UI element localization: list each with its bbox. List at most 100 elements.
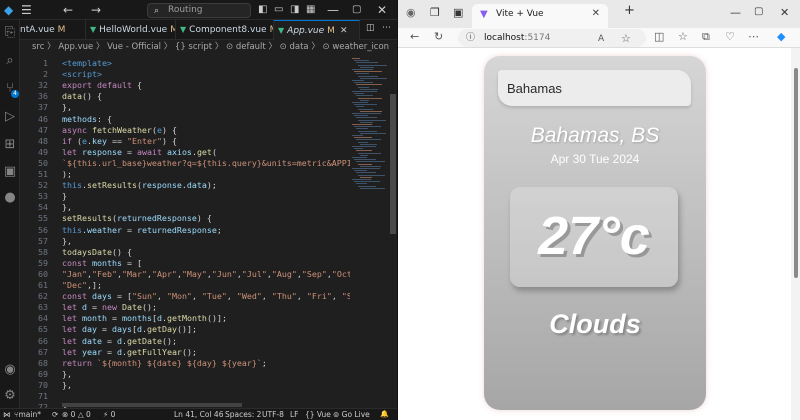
minimap-line [360, 77, 387, 79]
back-icon[interactable]: ← [410, 30, 419, 43]
cursor-position[interactable]: Ln 41, Col 46 [174, 409, 223, 420]
scroll-thumb[interactable] [390, 94, 396, 234]
command-center-search[interactable]: ⌕ Routing [147, 3, 251, 18]
code-editor[interactable]: <template> <script> export default {data()… [62, 54, 350, 408]
site-info-icon[interactable]: ⓘ [466, 29, 475, 47]
url-port: :5174 [524, 33, 551, 43]
url-host: localhost [484, 33, 525, 43]
location-name: Bahamas, BS [530, 124, 660, 147]
address-bar[interactable]: ⓘ localhost:5174 A ☆ [458, 29, 646, 47]
toggle-sidebar-icon[interactable]: ◧ [258, 2, 267, 18]
close-icon[interactable]: ✕ [377, 2, 387, 18]
workspaces-icon[interactable]: ❐ [430, 6, 440, 19]
notifications-bell-icon[interactable]: 🔔 [380, 409, 389, 420]
minimap-line [354, 170, 367, 172]
ports-indicator[interactable]: ⚡ 0 [103, 409, 115, 420]
copilot-icon[interactable]: ◆ [777, 30, 785, 43]
branch-name: main* [18, 410, 42, 419]
page-scroll-thumb[interactable] [794, 68, 798, 278]
tab-component8[interactable]: ▼Component8.vueM [176, 20, 274, 40]
breadcrumb[interactable]: src 〉 App.vue 〉 Vue - Official 〉 {} scri… [20, 40, 390, 54]
split-editor-icon[interactable]: ◫ [366, 23, 375, 33]
close-window-icon[interactable]: ✕ [780, 6, 789, 19]
editor-horizontal-scrollbar[interactable] [62, 403, 242, 407]
editor-vertical-scrollbar[interactable] [389, 54, 397, 408]
weather-condition: Clouds [549, 309, 641, 339]
search-view-icon[interactable]: ⌕ [0, 51, 20, 71]
source-control-icon[interactable]: ⑂ 4 [0, 79, 20, 99]
maximize-icon[interactable]: ▢ [352, 2, 361, 18]
favorites-icon[interactable]: ☆ [678, 30, 688, 43]
indentation[interactable]: Spaces: 2 [225, 409, 261, 420]
minimap-line [352, 124, 372, 125]
go-live-button[interactable]: ⊚ Go Live [333, 409, 370, 420]
explorer-icon[interactable]: ⎘ [0, 23, 20, 43]
favorite-star-icon[interactable]: ☆ [621, 30, 631, 48]
forward-arrow-icon[interactable]: → [91, 2, 101, 18]
minimap-line [352, 168, 380, 169]
browser-window: ◉ ❐ ▣ ▼ Vite + Vue ✕ + — ▢ ✕ ← ↻ ⓘ local… [397, 0, 800, 420]
customize-layout-icon[interactable]: ▦ [306, 2, 315, 18]
search-icon: ⌕ [154, 6, 160, 16]
toggle-secondary-sidebar-icon[interactable]: ◨ [290, 2, 299, 18]
tab-component-a[interactable]: ntA.vue M [20, 20, 86, 40]
tab-actions-icon[interactable]: ▣ [453, 6, 463, 19]
minimap-line [356, 172, 376, 174]
remote-explorer-icon[interactable]: ▣ [0, 162, 20, 182]
minimap-line [352, 58, 360, 59]
encoding[interactable]: UTF-8 [262, 409, 284, 420]
accounts-icon[interactable]: ◉ [0, 360, 20, 380]
minimap-line [360, 132, 386, 134]
github-icon[interactable]: ● [0, 188, 20, 208]
page-scrollbar[interactable] [791, 48, 800, 420]
maximize-icon[interactable]: ▢ [754, 6, 763, 17]
refresh-icon[interactable]: ↻ [434, 30, 443, 43]
language-mode[interactable]: {} Vue [305, 409, 331, 420]
more-menu-icon[interactable]: ⋯ [748, 30, 759, 43]
remote-indicator-icon[interactable]: ⋈ [3, 409, 11, 420]
manage-gear-icon[interactable]: ⚙ [0, 386, 20, 406]
close-tab-icon[interactable]: ✕ [340, 26, 348, 36]
end-of-line[interactable]: LF [290, 409, 299, 420]
more-actions-icon[interactable]: ⋯ [382, 23, 391, 33]
menu-icon[interactable]: ☰ [21, 2, 32, 18]
minimap-line [360, 143, 377, 145]
tab-app-vue[interactable]: ▼ App.vue M ✕ [274, 20, 360, 40]
split-screen-icon[interactable]: ◫ [654, 30, 664, 43]
minimap-line [358, 163, 372, 165]
vite-favicon-icon: ▼ [480, 9, 488, 20]
minimap[interactable] [350, 54, 390, 408]
branch-indicator[interactable]: ⑂ main* [14, 409, 41, 420]
tab-helloworld[interactable]: ▼HelloWorld.vueM [86, 20, 176, 40]
minimap-line [356, 117, 377, 119]
collections-icon[interactable]: ⧉ [702, 30, 710, 44]
new-tab-icon[interactable]: + [624, 3, 635, 18]
extensions-icon[interactable]: ⊞ [0, 135, 20, 155]
minimap-line [354, 126, 381, 128]
minimap-line [352, 135, 363, 136]
run-debug-icon[interactable]: ▷ [0, 107, 20, 127]
browser-essentials-icon[interactable]: ♡ [725, 30, 735, 43]
back-arrow-icon[interactable]: ← [63, 2, 73, 18]
city-search-input[interactable] [498, 70, 691, 106]
minimap-line [354, 93, 364, 95]
minimize-icon[interactable]: — [730, 6, 741, 19]
read-aloud-icon[interactable]: A [598, 30, 604, 48]
line-number-gutter: 1 2 32 36 37 46 47 48 49 50 51 52 53 54 55 56 57 58 59 60 61… [20, 54, 52, 420]
minimap-line [354, 159, 376, 161]
minimap-line [358, 185, 376, 187]
minimap-line [354, 181, 380, 183]
minimap-line [356, 84, 382, 86]
browser-tab-active[interactable]: ▼ Vite + Vue ✕ [472, 4, 608, 28]
problems-indicator[interactable]: ⊗ 0 △ 0 [62, 409, 91, 420]
toggle-panel-icon[interactable]: ▭ [274, 2, 283, 18]
minimize-icon[interactable]: — [327, 2, 339, 18]
close-tab-icon[interactable]: ✕ [592, 8, 600, 19]
minimap-line [360, 187, 385, 189]
weather-card: Bahamas, BS Apr 30 Tue 2024 27°c Clouds [484, 56, 706, 410]
minimap-line [358, 141, 368, 143]
profile-avatar-icon[interactable]: ◉ [406, 6, 416, 19]
minimap-line [360, 110, 382, 112]
minimap-line [358, 130, 377, 132]
sync-icon[interactable]: ⟳ [52, 409, 58, 420]
